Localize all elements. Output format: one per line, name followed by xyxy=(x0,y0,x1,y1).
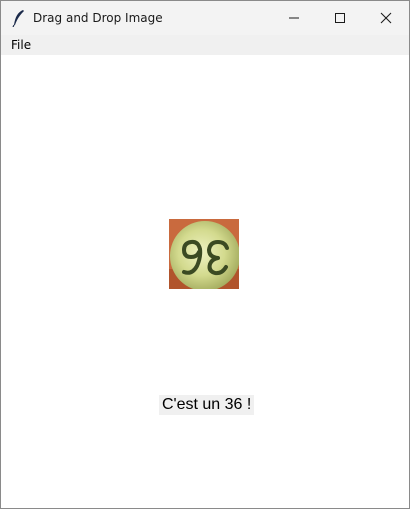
result-label: C'est un 36 ! xyxy=(159,395,255,415)
maximize-icon xyxy=(335,13,345,23)
window-title: Drag and Drop Image xyxy=(33,11,163,25)
digit-photo xyxy=(169,219,239,289)
feather-icon xyxy=(12,10,24,27)
close-button[interactable] xyxy=(363,1,409,35)
close-icon xyxy=(380,12,392,24)
drop-area[interactable]: C'est un 36 ! xyxy=(5,55,405,505)
minimize-icon xyxy=(289,17,299,19)
menu-file[interactable]: File xyxy=(11,38,31,52)
menu-bar: File xyxy=(1,35,409,55)
title-bar[interactable]: Drag and Drop Image xyxy=(1,1,409,35)
maximize-button[interactable] xyxy=(317,1,363,35)
minimize-button[interactable] xyxy=(271,1,317,35)
app-window: Drag and Drop Image File C'est un 36 ! xyxy=(0,0,410,509)
